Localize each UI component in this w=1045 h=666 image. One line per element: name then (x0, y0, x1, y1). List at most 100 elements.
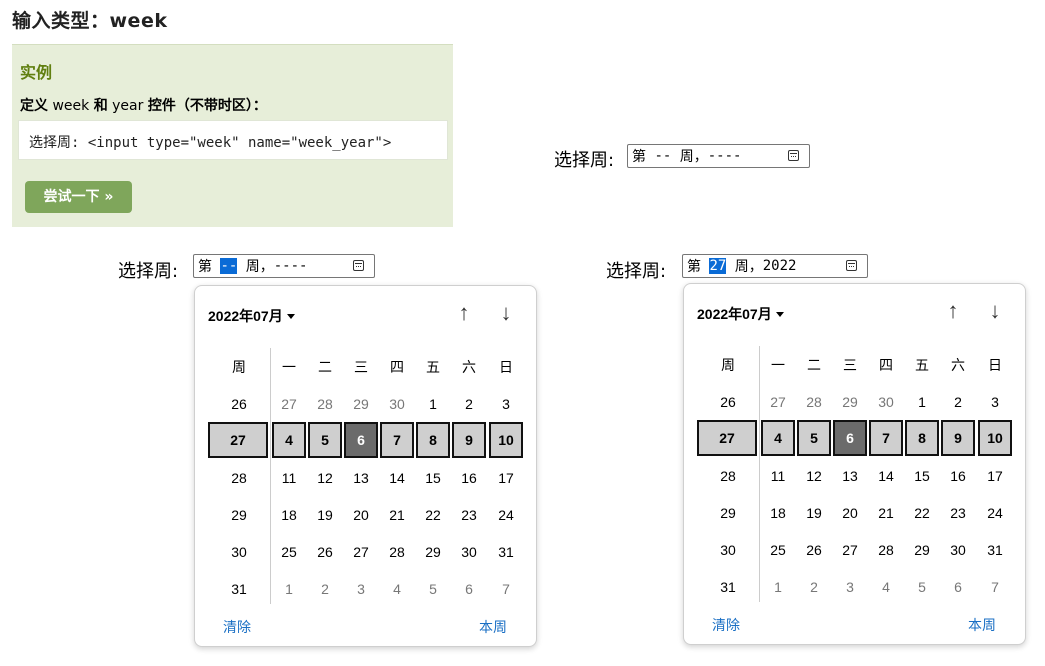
day-cell[interactable]: 18 (271, 497, 307, 534)
input-week-segment[interactable]: 27 (709, 258, 727, 274)
calendar-icon[interactable] (846, 260, 857, 271)
try-it-button[interactable]: 尝试一下 » (25, 181, 132, 213)
selected-week-row[interactable]: 27 4 5 6 7 8 9 10 (697, 420, 1014, 456)
day-cell[interactable]: 8 (905, 420, 939, 456)
month-selector[interactable]: 2022年07月 (697, 304, 784, 324)
day-cell[interactable]: 24 (977, 495, 1013, 532)
day-cell[interactable]: 11 (271, 460, 307, 497)
day-cell[interactable]: 17 (488, 460, 524, 497)
day-cell[interactable]: 28 (379, 534, 415, 571)
day-cell[interactable]: 7 (869, 420, 903, 456)
day-cell[interactable]: 3 (488, 386, 524, 423)
day-cell[interactable]: 1 (904, 384, 940, 421)
day-cell[interactable]: 1 (760, 569, 796, 606)
day-cell[interactable]: 18 (760, 495, 796, 532)
day-cell[interactable]: 31 (488, 534, 524, 571)
day-cell[interactable]: 22 (904, 495, 940, 532)
day-cell[interactable]: 22 (415, 497, 451, 534)
day-cell[interactable]: 29 (415, 534, 451, 571)
calendar-icon[interactable] (353, 260, 364, 271)
week-number[interactable]: 29 (706, 495, 750, 532)
day-cell[interactable]: 17 (977, 458, 1013, 495)
day-cell[interactable]: 24 (488, 497, 524, 534)
day-cell[interactable]: 8 (416, 422, 450, 458)
day-cell[interactable]: 29 (904, 532, 940, 569)
day-cell[interactable]: 5 (797, 420, 831, 456)
day-cell[interactable]: 4 (379, 571, 415, 608)
day-cell[interactable]: 2 (940, 384, 976, 421)
day-cell[interactable]: 14 (379, 460, 415, 497)
week-number[interactable]: 31 (706, 569, 750, 606)
month-selector[interactable]: 2022年07月 (208, 306, 295, 326)
day-cell[interactable]: 4 (272, 422, 306, 458)
day-cell[interactable]: 30 (379, 386, 415, 423)
day-cell[interactable]: 28 (868, 532, 904, 569)
next-month-button[interactable]: ↓ (982, 298, 1008, 324)
day-cell[interactable]: 12 (307, 460, 343, 497)
week-input[interactable]: 第 27 周， 2022 (682, 254, 868, 278)
next-month-button[interactable]: ↓ (493, 300, 519, 326)
day-cell[interactable]: 26 (796, 532, 832, 569)
input-year-segment[interactable]: 2022 (763, 258, 797, 274)
day-cell[interactable]: 6 (940, 569, 976, 606)
day-cell[interactable]: 4 (761, 420, 795, 456)
day-cell[interactable]: 2 (307, 571, 343, 608)
day-cell[interactable]: 7 (977, 569, 1013, 606)
day-cell[interactable]: 11 (760, 458, 796, 495)
day-cell[interactable]: 5 (415, 571, 451, 608)
day-cell[interactable]: 6 (833, 420, 867, 456)
selected-week-row[interactable]: 27 4 5 6 7 8 9 10 (208, 422, 525, 458)
day-cell[interactable]: 30 (451, 534, 487, 571)
day-cell[interactable]: 13 (832, 458, 868, 495)
input-year-segment[interactable]: ---- (274, 258, 308, 274)
prev-month-button[interactable]: ↑ (940, 298, 966, 324)
day-cell[interactable]: 16 (940, 458, 976, 495)
prev-month-button[interactable]: ↑ (451, 300, 477, 326)
clear-button[interactable]: 清除 (223, 617, 251, 637)
day-cell[interactable]: 21 (379, 497, 415, 534)
day-cell[interactable]: 3 (343, 571, 379, 608)
week-number[interactable]: 28 (217, 460, 261, 497)
day-cell[interactable]: 5 (904, 569, 940, 606)
day-cell[interactable]: 1 (415, 386, 451, 423)
day-cell[interactable]: 31 (977, 532, 1013, 569)
week-number[interactable]: 28 (706, 458, 750, 495)
calendar-icon[interactable] (788, 150, 799, 161)
day-cell[interactable]: 25 (760, 532, 796, 569)
week-number[interactable]: 26 (217, 386, 261, 423)
day-cell[interactable]: 27 (271, 386, 307, 423)
day-cell[interactable]: 19 (307, 497, 343, 534)
day-cell[interactable]: 2 (451, 386, 487, 423)
week-number[interactable]: 27 (697, 420, 757, 456)
this-week-button[interactable]: 本周 (479, 617, 507, 637)
day-cell[interactable]: 2 (796, 569, 832, 606)
week-number[interactable]: 31 (217, 571, 261, 608)
day-cell[interactable]: 12 (796, 458, 832, 495)
week-number[interactable]: 30 (217, 534, 261, 571)
day-cell[interactable]: 15 (415, 460, 451, 497)
day-cell[interactable]: 3 (977, 384, 1013, 421)
day-cell[interactable]: 9 (452, 422, 486, 458)
day-cell[interactable]: 6 (344, 422, 378, 458)
day-cell[interactable]: 10 (978, 420, 1012, 456)
week-input[interactable]: 第 -- 周， ---- (627, 144, 810, 168)
week-number[interactable]: 27 (208, 422, 268, 458)
week-input[interactable]: 第 -- 周， ---- (193, 254, 375, 278)
day-cell[interactable]: 23 (940, 495, 976, 532)
day-cell[interactable]: 19 (796, 495, 832, 532)
day-cell[interactable]: 25 (271, 534, 307, 571)
day-cell[interactable]: 13 (343, 460, 379, 497)
day-cell[interactable]: 29 (343, 386, 379, 423)
day-cell[interactable]: 3 (832, 569, 868, 606)
day-cell[interactable]: 20 (343, 497, 379, 534)
input-week-segment[interactable]: -- (654, 148, 671, 164)
day-cell[interactable]: 27 (760, 384, 796, 421)
day-cell[interactable]: 20 (832, 495, 868, 532)
day-cell[interactable]: 30 (940, 532, 976, 569)
day-cell[interactable]: 6 (451, 571, 487, 608)
day-cell[interactable]: 14 (868, 458, 904, 495)
day-cell[interactable]: 30 (868, 384, 904, 421)
day-cell[interactable]: 15 (904, 458, 940, 495)
day-cell[interactable]: 26 (307, 534, 343, 571)
week-number[interactable]: 26 (706, 384, 750, 421)
